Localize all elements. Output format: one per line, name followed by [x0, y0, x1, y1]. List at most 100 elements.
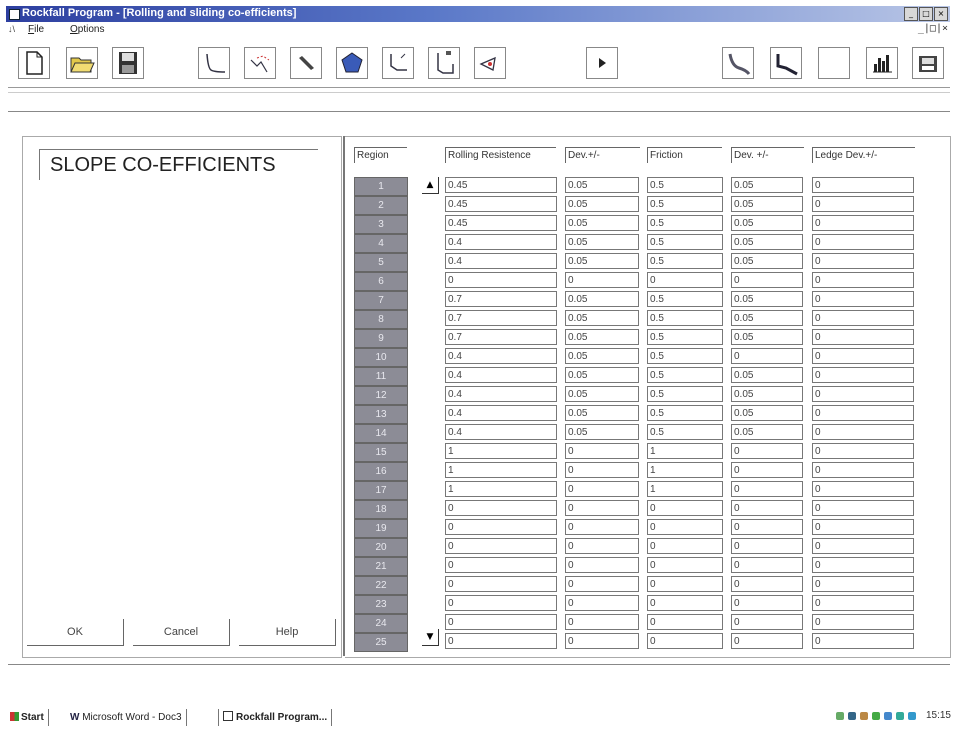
close-button[interactable]: ×: [934, 7, 948, 21]
region-cell[interactable]: 19: [354, 519, 408, 538]
region-cell[interactable]: 16: [354, 462, 408, 481]
friction-dev-field[interactable]: 0.05: [731, 424, 803, 440]
region-cell[interactable]: 8: [354, 310, 408, 329]
tray-icon-4[interactable]: [871, 711, 880, 720]
document-icon[interactable]: ↓\: [8, 24, 15, 34]
friction-dev-field[interactable]: 0.05: [731, 329, 803, 345]
tray-icon-1[interactable]: [835, 711, 844, 720]
start-button[interactable]: Start: [6, 709, 49, 726]
friction-field[interactable]: 0.5: [647, 386, 723, 402]
region-cell[interactable]: 25: [354, 633, 408, 652]
ledge-dev-field[interactable]: 0: [812, 310, 914, 326]
rolling-resistance-field[interactable]: 1: [445, 462, 557, 478]
rolling-dev-field[interactable]: 0.05: [565, 310, 639, 326]
friction-dev-field[interactable]: 0.05: [731, 367, 803, 383]
friction-field[interactable]: 0.5: [647, 215, 723, 231]
rolling-dev-field[interactable]: 0.05: [565, 386, 639, 402]
ledge-dev-field[interactable]: 0: [812, 177, 914, 193]
region-cell[interactable]: 12: [354, 386, 408, 405]
ledge-dev-field[interactable]: 0: [812, 462, 914, 478]
rolling-dev-field[interactable]: 0: [565, 500, 639, 516]
ledge-dev-field[interactable]: 0: [812, 557, 914, 573]
region-cell[interactable]: 20: [354, 538, 408, 557]
friction-field[interactable]: 0.5: [647, 405, 723, 421]
region-cell[interactable]: 13: [354, 405, 408, 424]
friction-dev-field[interactable]: 0.05: [731, 177, 803, 193]
friction-field[interactable]: 0.5: [647, 253, 723, 269]
region-cell[interactable]: 10: [354, 348, 408, 367]
minimize-button[interactable]: _: [904, 7, 918, 21]
wedge-icon[interactable]: [474, 47, 506, 79]
rolling-resistance-field[interactable]: 1: [445, 481, 557, 497]
region-cell[interactable]: 9: [354, 329, 408, 348]
friction-field[interactable]: 0: [647, 595, 723, 611]
friction-dev-field[interactable]: 0: [731, 481, 803, 497]
friction-dev-field[interactable]: 0.05: [731, 405, 803, 421]
help-button[interactable]: Help: [239, 619, 336, 646]
menu-options[interactable]: Options: [70, 24, 104, 35]
rolling-resistance-field[interactable]: 0.4: [445, 253, 557, 269]
rolling-resistance-field[interactable]: 0: [445, 500, 557, 516]
rolling-resistance-field[interactable]: 0: [445, 595, 557, 611]
app-icon[interactable]: [9, 9, 20, 20]
rolling-resistance-field[interactable]: 0.4: [445, 386, 557, 402]
rolling-dev-field[interactable]: 0.05: [565, 234, 639, 250]
rolling-resistance-field[interactable]: 0.4: [445, 405, 557, 421]
ledge-dev-field[interactable]: 0: [812, 538, 914, 554]
ok-button[interactable]: OK: [27, 619, 124, 646]
ledge-dev-field[interactable]: 0: [812, 348, 914, 364]
friction-field[interactable]: 0: [647, 519, 723, 535]
friction-field[interactable]: 0.5: [647, 424, 723, 440]
tray-icon-3[interactable]: [859, 711, 868, 720]
friction-field[interactable]: 0.5: [647, 329, 723, 345]
friction-dev-field[interactable]: 0.05: [731, 291, 803, 307]
blank-icon[interactable]: [818, 47, 850, 79]
rolling-dev-field[interactable]: 0: [565, 633, 639, 649]
region-cell[interactable]: 5: [354, 253, 408, 272]
trajectory-alt-icon[interactable]: [770, 47, 802, 79]
ledge-dev-field[interactable]: 0: [812, 595, 914, 611]
tray-icon-2[interactable]: [847, 711, 856, 720]
region-cell[interactable]: 6: [354, 272, 408, 291]
task-rockfall[interactable]: Rockfall Program...: [218, 709, 333, 726]
ledge-dev-field[interactable]: 0: [812, 291, 914, 307]
ledge-dev-field[interactable]: 0: [812, 367, 914, 383]
rolling-resistance-field[interactable]: 0.4: [445, 367, 557, 383]
rock-path-icon[interactable]: [244, 47, 276, 79]
region-cell[interactable]: 15: [354, 443, 408, 462]
ledge-dev-field[interactable]: 0: [812, 386, 914, 402]
friction-dev-field[interactable]: 0.05: [731, 215, 803, 231]
friction-field[interactable]: 0.5: [647, 196, 723, 212]
rolling-dev-field[interactable]: 0: [565, 557, 639, 573]
open-folder-icon[interactable]: [66, 47, 98, 79]
rolling-resistance-field[interactable]: 0.4: [445, 424, 557, 440]
friction-field[interactable]: 1: [647, 462, 723, 478]
rolling-dev-field[interactable]: 0: [565, 519, 639, 535]
friction-dev-field[interactable]: 0: [731, 595, 803, 611]
rolling-dev-field[interactable]: 0: [565, 443, 639, 459]
friction-field[interactable]: 0: [647, 614, 723, 630]
rolling-dev-field[interactable]: 0: [565, 481, 639, 497]
rolling-resistance-field[interactable]: 0.7: [445, 310, 557, 326]
ledge-dev-field[interactable]: 0: [812, 500, 914, 516]
task-word[interactable]: W Microsoft Word - Doc3: [66, 709, 187, 726]
friction-field[interactable]: 0.5: [647, 291, 723, 307]
rolling-dev-field[interactable]: 0.05: [565, 424, 639, 440]
rock-icon[interactable]: [336, 47, 368, 79]
tray-icon-6[interactable]: [895, 711, 904, 720]
histogram-icon[interactable]: [866, 47, 898, 79]
friction-dev-field[interactable]: 0: [731, 557, 803, 573]
ledge-dev-field[interactable]: 0: [812, 329, 914, 345]
ledge-dev-field[interactable]: 0: [812, 481, 914, 497]
ledge-dev-field[interactable]: 0: [812, 519, 914, 535]
rolling-resistance-field[interactable]: 0: [445, 557, 557, 573]
rolling-resistance-field[interactable]: 0: [445, 538, 557, 554]
region-cell[interactable]: 1: [354, 177, 408, 196]
ledge-dev-field[interactable]: 0: [812, 633, 914, 649]
friction-field[interactable]: 0: [647, 633, 723, 649]
region-cell[interactable]: 21: [354, 557, 408, 576]
friction-field[interactable]: 0.5: [647, 348, 723, 364]
save-disk-icon[interactable]: [112, 47, 144, 79]
friction-field[interactable]: 0.5: [647, 177, 723, 193]
friction-dev-field[interactable]: 0: [731, 576, 803, 592]
